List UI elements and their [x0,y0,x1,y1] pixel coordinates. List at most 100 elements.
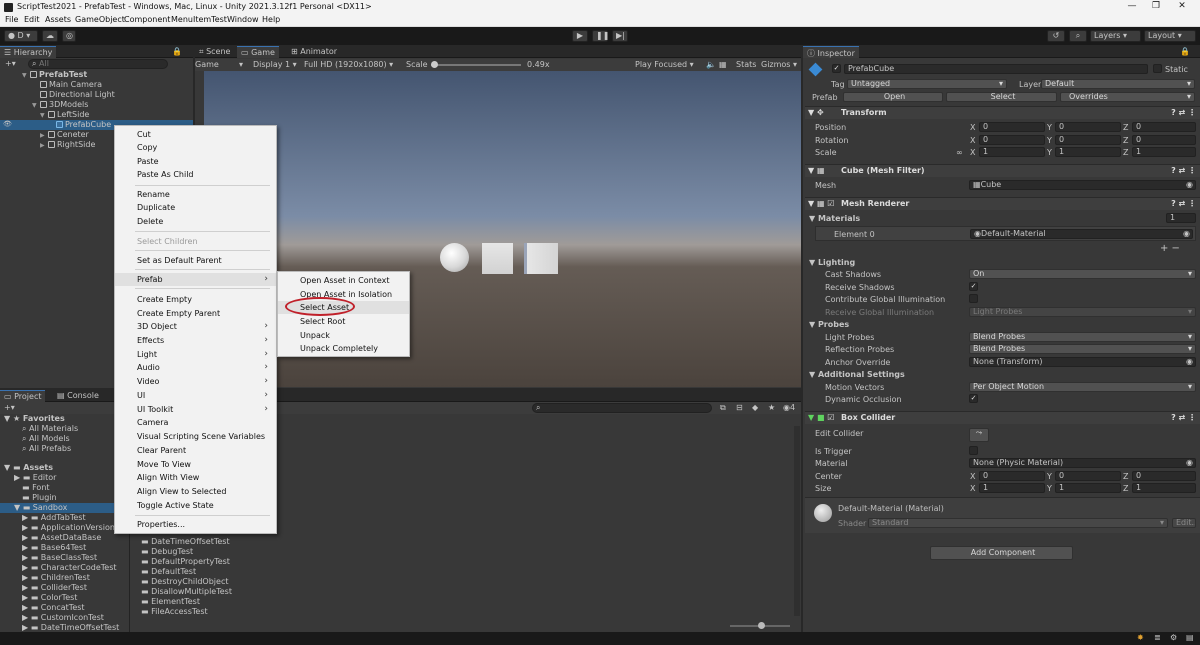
tab-inspector[interactable]: ⓘ Inspector [803,46,859,58]
folder-item[interactable]: ▶ ▬ BaseClassTest [22,553,97,563]
maximize-icon[interactable]: ❐ [1149,1,1163,11]
additional-settings-foldout[interactable]: ▼ Additional Settings [809,370,905,379]
component-menu-icon[interactable]: ? ⇄ ⋮ [1171,108,1196,117]
object-name-field[interactable]: PrefabCube [844,64,1148,74]
folder-item[interactable]: ▶ ▬ ChildrenTest [22,573,90,583]
scene-row[interactable]: ▼ PrefabTest [22,70,87,80]
size-x-field[interactable]: 1 [979,483,1045,493]
element0-field[interactable]: ◉Default-Material ◉ [970,229,1193,239]
step-button[interactable]: ▶| [612,30,628,42]
favorite-icon[interactable]: ★ [768,403,775,412]
scale-x-field[interactable]: 1 [979,147,1045,157]
size-z-field[interactable]: 1 [1132,483,1196,493]
gizmos-dropdown[interactable]: Gizmos ▾ [761,60,797,69]
tab-scene[interactable]: ⌗ Scene [195,46,234,58]
static-checkbox[interactable] [1153,64,1162,73]
minimize-icon[interactable]: — [1125,1,1139,11]
hierarchy-item[interactable]: ▶ RightSide [40,140,95,150]
menu-item-create-empty-parent[interactable]: Create Empty Parent [115,307,276,320]
menu-item-camera[interactable]: Camera [115,416,276,429]
progress-icon[interactable]: ▤ [1186,633,1194,642]
folder-item[interactable]: ▶ ▬ CharacterCodeTest [22,563,117,573]
menu-edit[interactable]: Edit [24,15,40,24]
account-dropdown[interactable]: ● D ▾ [4,30,38,42]
folder-item[interactable]: ▶ ▬ ColliderTest [22,583,87,593]
mesh-field[interactable]: ▦Cube ◉ [969,180,1196,190]
folder-item-selected[interactable]: ▼ ▬ Sandbox [0,503,129,513]
cache-server-icon[interactable]: ≣ [1154,633,1161,642]
tab-console[interactable]: ▤ Console [53,390,103,402]
menu-component[interactable]: Component [124,15,170,24]
layout-dropdown[interactable]: Layout ▾ [1144,30,1196,42]
menu-window[interactable]: Window [227,15,259,24]
tab-game[interactable]: ▭ Game [237,46,279,58]
collab-icon[interactable]: ◎ [62,30,76,42]
contribute-gi-checkbox[interactable] [969,294,978,303]
folder-list-item[interactable]: ▬ DateTimeOffsetTest [141,537,230,547]
folder-list-item[interactable]: ▬ DestroyChildObject [141,577,228,587]
materials-count[interactable]: 1 [1166,213,1196,223]
cloud-icon[interactable]: ☁ [42,30,58,42]
rotation-x-field[interactable]: 0 [979,135,1045,145]
menu-item-rename[interactable]: Rename [115,188,276,201]
tab-animator[interactable]: ⊞ Animator [287,46,341,58]
history-icon[interactable]: ↺ [1047,30,1065,42]
receive-shadows-checkbox[interactable]: ✓ [969,282,978,291]
search-icon[interactable]: ⌕ [1069,30,1087,42]
motion-vectors-dropdown[interactable]: Per Object Motion ▾ [969,382,1196,392]
label-filter-icon[interactable]: ◆ [752,403,758,412]
component-menu-icon[interactable]: ? ⇄ ⋮ [1171,199,1196,208]
panel-lock-icon[interactable]: 🔒 [172,47,182,56]
folder-item[interactable]: ▶ ▬ AssetDataBase [22,533,101,543]
cast-shadows-dropdown[interactable]: On ▾ [969,269,1196,279]
folder-item[interactable]: ▶ ▬ CustomIconTest [22,613,104,623]
scale-z-field[interactable]: 1 [1132,147,1196,157]
display-mode-dropdown[interactable]: Game ▾ [195,60,243,69]
menu-item-copy[interactable]: Copy [115,141,276,154]
folder-item[interactable]: ▶ ▬ Editor [14,473,56,483]
position-x-field[interactable]: 0 [979,122,1045,132]
folder-item[interactable]: ▶ ▬ AddTabTest [22,513,86,523]
position-y-field[interactable]: 0 [1055,122,1121,132]
menu-item-duplicate[interactable]: Duplicate [115,201,276,214]
add-element-button[interactable]: + − [1160,243,1180,254]
favorites-row[interactable]: ▼ ★ Favorites [4,414,65,424]
folder-item[interactable]: ▶ ▬ Base64Test [22,543,86,553]
hierarchy-search-input[interactable]: ⌕ All [28,59,168,69]
display-dropdown[interactable]: Display 1 ▾ [253,60,297,69]
overrides-dropdown[interactable]: Overrides ▾ [1060,92,1195,102]
constrain-link-icon[interactable]: ∞ [956,148,963,157]
lighting-status-icon[interactable]: ✸ [1137,633,1144,642]
menu-item-paste-as-child[interactable]: Paste As Child [115,168,276,181]
size-y-field[interactable]: 1 [1055,483,1121,493]
transform-header[interactable]: ▼ ✥ Transform? ⇄ ⋮ [805,106,1200,119]
play-button[interactable]: ▶ [572,30,588,42]
menu-item-delete[interactable]: Delete [115,215,276,228]
collider-material-field[interactable]: None (Physic Material) ◉ [969,458,1196,468]
tab-project[interactable]: ▭ Project [0,390,46,402]
folder-list-item[interactable]: ▬ FileAccessTest [141,607,208,617]
menu-item-video[interactable]: Video › [115,375,276,388]
layers-dropdown[interactable]: Layers ▾ [1090,30,1141,42]
menu-item-unpack[interactable]: Unpack [278,329,409,342]
scene-filter-icon[interactable]: ⧉ [720,403,726,413]
tag-dropdown[interactable]: Untagged ▾ [847,79,1007,89]
menu-item-prefab[interactable]: Prefab › [115,273,276,286]
folder-item[interactable]: ▶ ▬ ConcatTest [22,603,85,613]
folder-item[interactable]: ▬ Font [22,483,50,493]
dynamic-occlusion-checkbox[interactable]: ✓ [969,394,978,403]
visibility-eye-icon[interactable]: 👁 [3,120,12,128]
layer-dropdown[interactable]: Default ▾ [1041,79,1195,89]
play-focused-dropdown[interactable]: Play Focused ▾ [635,60,694,69]
icon-size-handle[interactable] [758,622,765,629]
menu-menuitemtest[interactable]: MenuItemTest [171,15,227,24]
select-prefab-button[interactable]: Select [946,92,1057,102]
mesh-renderer-header[interactable]: ▼ ▦ ☑ Mesh Renderer? ⇄ ⋮ [805,197,1200,210]
menu-item-toggle-active-state[interactable]: Toggle Active State [115,499,276,512]
menu-item-ui[interactable]: UI › [115,389,276,402]
hierarchy-item[interactable]: Directional Light [40,90,115,100]
hidden-packages-icon[interactable]: ◉4 [783,403,795,412]
center-y-field[interactable]: 0 [1055,471,1121,481]
add-icon[interactable]: +▾ [4,403,15,412]
component-menu-icon[interactable]: ? ⇄ ⋮ [1171,413,1196,422]
